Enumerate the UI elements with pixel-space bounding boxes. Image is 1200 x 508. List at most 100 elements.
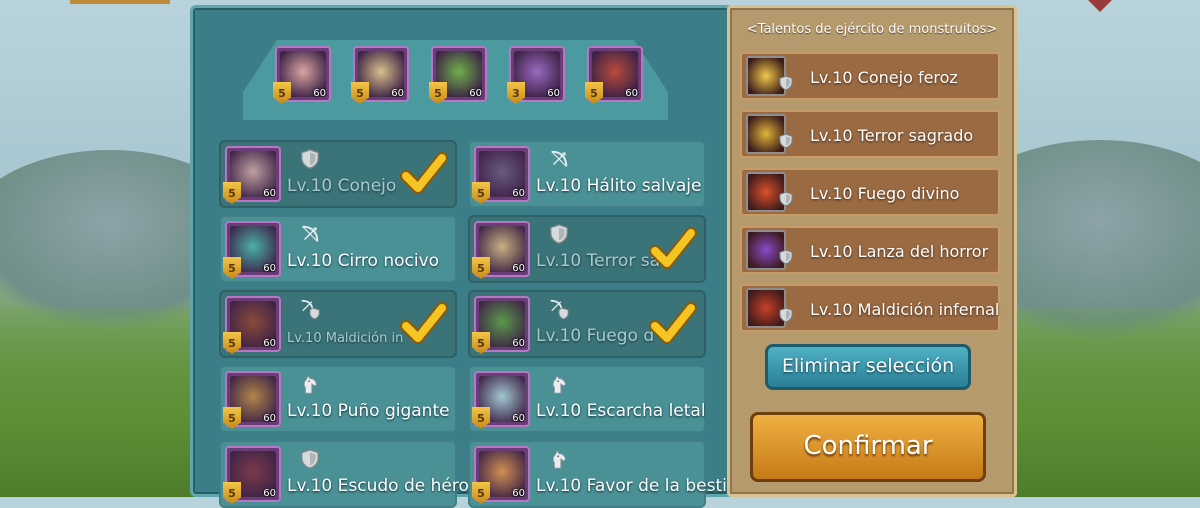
shield-icon <box>299 148 321 170</box>
level-badge: 5 <box>472 407 490 429</box>
talent-label: Lv.10 Puño gigante <box>287 401 450 421</box>
selected-talent-item[interactable]: Lv.10 Lanza del horror <box>740 226 1000 274</box>
talent-selection-panel: 5 60 5 60 5 60 3 60 5 60 5 60 Lv.10 Conejo 5 60 Lv.10 … <box>190 5 737 508</box>
selected-talent-item[interactable]: Lv.10 Terror sagrado <box>740 110 1000 158</box>
level-badge: 5 <box>472 482 490 504</box>
bow-icon <box>548 148 570 170</box>
squad-slot-terror[interactable]: 5 60 <box>351 46 409 104</box>
level-badge: 5 <box>472 332 490 354</box>
clear-selection-button[interactable]: Eliminar selección <box>765 344 971 390</box>
shield-icon <box>778 248 794 266</box>
level-number: 60 <box>263 413 276 424</box>
talent-label: Lv.10 Hálito salvaje <box>536 176 702 196</box>
talent-label: Lv.10 Maldición in <box>287 331 404 346</box>
level-number: 60 <box>512 263 525 274</box>
talent-row[interactable]: 5 60 Lv.10 Fuego d <box>468 290 706 358</box>
talent-portrait: 5 60 <box>472 146 530 204</box>
level-number: 60 <box>512 188 525 199</box>
bow-icon <box>299 223 321 245</box>
level-badge: 5 <box>223 332 241 354</box>
talent-label: Lv.10 Fuego d <box>536 326 655 346</box>
check-icon <box>397 300 451 348</box>
horse-icon <box>299 373 321 395</box>
check-icon <box>646 300 700 348</box>
level-number: 60 <box>547 88 560 99</box>
shield-icon <box>299 448 321 470</box>
selected-talent-label: Lv.10 Fuego divino <box>810 184 960 203</box>
talent-row[interactable]: 5 60 Lv.10 Terror sa <box>468 215 706 283</box>
talent-portrait: 5 60 <box>472 296 530 354</box>
talent-portrait: 5 60 <box>223 296 281 354</box>
talent-row[interactable]: 5 60 Lv.10 Maldición in <box>219 290 457 358</box>
level-number: 60 <box>263 188 276 199</box>
talent-row[interactable]: 5 60 Lv.10 Puño gigante <box>219 365 457 433</box>
selected-talent-label: Lv.10 Lanza del horror <box>810 242 989 261</box>
confirm-button[interactable]: Confirmar <box>750 412 986 482</box>
shield-icon <box>778 132 794 150</box>
talent-portrait: 5 60 <box>223 446 281 504</box>
squad-slot-maldicion[interactable]: 5 60 <box>585 46 643 104</box>
shield-icon <box>778 190 794 208</box>
selected-talent-label: Lv.10 Conejo feroz <box>810 68 958 87</box>
selected-talent-item[interactable]: Lv.10 Conejo feroz <box>740 52 1000 100</box>
level-number: 60 <box>263 338 276 349</box>
level-badge: 5 <box>223 182 241 204</box>
talent-row[interactable]: 5 60 Lv.10 Conejo <box>219 140 457 208</box>
talent-portrait: 5 60 <box>223 371 281 429</box>
selected-talent-item[interactable]: Lv.10 Fuego divino <box>740 168 1000 216</box>
talent-label: Lv.10 Cirro nocivo <box>287 251 440 271</box>
level-number: 60 <box>512 338 525 349</box>
level-number: 60 <box>313 88 326 99</box>
check-icon <box>397 150 451 198</box>
talent-portrait: 5 60 <box>472 371 530 429</box>
level-badge: 5 <box>429 82 447 104</box>
bow-shield-icon <box>548 298 570 320</box>
level-number: 60 <box>469 88 482 99</box>
level-number: 60 <box>625 88 638 99</box>
level-number: 60 <box>512 413 525 424</box>
talent-label: Lv.10 Escarcha letal <box>536 401 706 421</box>
bow-shield-icon <box>299 298 321 320</box>
top-tab-edge <box>70 0 170 4</box>
selected-talent-item[interactable]: Lv.10 Maldición infernal <box>740 284 1000 332</box>
talent-row[interactable]: 5 60 Lv.10 Hálito salvaje <box>468 140 706 208</box>
level-badge: 5 <box>351 82 369 104</box>
talent-portrait: 5 60 <box>223 146 281 204</box>
talent-label: Lv.10 Escudo de héroe <box>287 476 480 496</box>
squad-slot-lanza[interactable]: 3 60 <box>507 46 565 104</box>
talent-row[interactable]: 5 60 Lv.10 Escudo de héroe <box>219 440 479 508</box>
level-badge: 5 <box>223 407 241 429</box>
level-number: 60 <box>512 488 525 499</box>
talent-label: Lv.10 Conejo <box>287 176 397 196</box>
shield-icon <box>548 223 570 245</box>
talent-portrait: 5 60 <box>223 221 281 279</box>
selected-talent-label: Lv.10 Maldición infernal <box>810 300 1000 319</box>
selected-talents-panel: <Talentos de ejército de monstruitos> Lv… <box>727 5 1017 497</box>
level-badge: 5 <box>472 182 490 204</box>
talent-portrait: 5 60 <box>472 446 530 504</box>
level-badge: 5 <box>223 257 241 279</box>
level-badge: 5 <box>223 482 241 504</box>
shield-icon <box>778 306 794 324</box>
level-badge: 5 <box>585 82 603 104</box>
selected-talent-label: Lv.10 Terror sagrado <box>810 126 974 145</box>
talent-row[interactable]: 5 60 Lv.10 Favor de la bestia <box>468 440 737 508</box>
level-number: 60 <box>263 488 276 499</box>
level-badge: 5 <box>472 257 490 279</box>
shield-icon <box>778 74 794 92</box>
panel-title: <Talentos de ejército de monstruitos> <box>746 22 998 37</box>
horse-icon <box>548 373 570 395</box>
check-icon <box>646 225 700 273</box>
talent-label: Lv.10 Favor de la bestia <box>536 476 738 496</box>
talent-label: Lv.10 Terror sa <box>536 251 660 271</box>
talent-row[interactable]: 5 60 Lv.10 Cirro nocivo <box>219 215 457 283</box>
squad-slot-fuego[interactable]: 5 60 <box>429 46 487 104</box>
level-badge: 3 <box>507 82 525 104</box>
squad-slot-conejo[interactable]: 5 60 <box>273 46 331 104</box>
talent-row[interactable]: 5 60 Lv.10 Escarcha letal <box>468 365 706 433</box>
level-badge: 5 <box>273 82 291 104</box>
level-number: 60 <box>263 263 276 274</box>
corner-gem-icon <box>1088 0 1112 12</box>
horse-icon <box>548 448 570 470</box>
talent-portrait: 5 60 <box>472 221 530 279</box>
